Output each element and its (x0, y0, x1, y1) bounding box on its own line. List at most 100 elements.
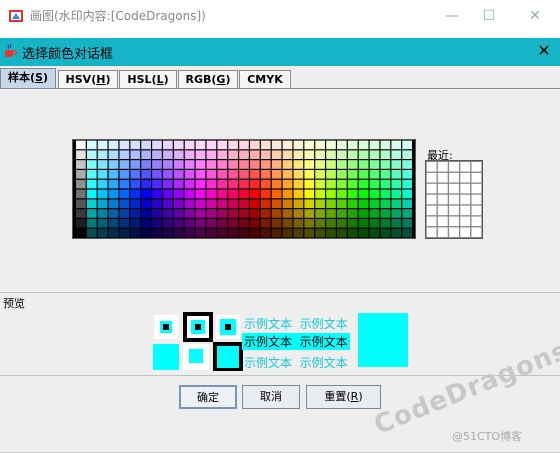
swatch-cell[interactable] (380, 150, 391, 160)
swatch-cell[interactable] (141, 199, 151, 209)
swatch-cell[interactable] (250, 169, 260, 179)
minimize-button[interactable]: — (437, 4, 467, 28)
swatch-cell[interactable] (217, 169, 228, 179)
swatch-cell[interactable] (391, 228, 402, 238)
ok-button[interactable]: 确定 (179, 385, 237, 409)
swatch-cell[interactable] (337, 199, 347, 209)
swatch-cell[interactable] (250, 140, 260, 150)
swatch-cell[interactable] (380, 140, 391, 150)
swatch-cell[interactable] (304, 169, 315, 179)
recent-swatch-cell[interactable] (471, 172, 482, 183)
swatch-cell[interactable] (184, 189, 195, 199)
swatch-cell[interactable] (391, 160, 402, 169)
swatch-cell[interactable] (304, 199, 315, 209)
swatch-cell[interactable] (195, 169, 206, 179)
swatch-cell[interactable] (391, 199, 402, 209)
recent-swatch-cell[interactable] (426, 216, 437, 227)
recent-swatch-cell[interactable] (460, 216, 471, 227)
swatch-cell[interactable] (206, 218, 217, 228)
recent-swatch-cell[interactable] (426, 162, 437, 172)
swatch-cell[interactable] (260, 179, 271, 189)
swatch-cell[interactable] (86, 179, 97, 189)
swatch-cell[interactable] (282, 160, 293, 169)
swatch-cell[interactable] (239, 189, 249, 199)
swatch-cell[interactable] (239, 150, 249, 160)
swatch-cell[interactable] (97, 160, 108, 169)
swatch-cell[interactable] (315, 169, 325, 179)
swatch-cell[interactable] (369, 209, 380, 218)
swatch-cell[interactable] (326, 160, 336, 169)
swatch-cell[interactable] (380, 169, 391, 179)
recent-swatch-cell[interactable] (426, 194, 437, 205)
swatch-cell[interactable] (119, 169, 130, 179)
swatch-palette-grid[interactable] (72, 139, 416, 239)
swatch-cell[interactable] (130, 169, 141, 179)
swatch-cell[interactable] (293, 218, 304, 228)
swatch-cell[interactable] (76, 169, 86, 179)
swatch-cell[interactable] (260, 169, 271, 179)
swatch-cell[interactable] (173, 160, 184, 169)
swatch-cell[interactable] (271, 228, 282, 238)
tab-hsv[interactable]: HSV(H) (58, 70, 118, 88)
swatch-cell[interactable] (173, 199, 184, 209)
recent-swatch-cell[interactable] (437, 216, 448, 227)
swatch-cell[interactable] (315, 160, 325, 169)
swatch-cell[interactable] (217, 140, 228, 150)
swatch-cell[interactable] (315, 140, 325, 150)
recent-swatch-cell[interactable] (437, 183, 448, 194)
swatch-cell[interactable] (108, 218, 119, 228)
recent-swatch-cell[interactable] (460, 227, 471, 237)
swatch-cell[interactable] (326, 140, 336, 150)
swatch-cell[interactable] (315, 218, 325, 228)
swatch-cell[interactable] (402, 150, 412, 160)
swatch-cell[interactable] (206, 228, 217, 238)
swatch-cell[interactable] (141, 218, 151, 228)
swatch-cell[interactable] (76, 189, 86, 199)
swatch-cell[interactable] (108, 209, 119, 218)
swatch-cell[interactable] (250, 228, 260, 238)
swatch-cell[interactable] (228, 199, 238, 209)
swatch-cell[interactable] (304, 179, 315, 189)
swatch-cell[interactable] (304, 209, 315, 218)
swatch-cell[interactable] (271, 179, 282, 189)
swatch-cell[interactable] (184, 218, 195, 228)
swatch-cell[interactable] (76, 140, 86, 150)
swatch-cell[interactable] (206, 150, 217, 160)
swatch-cell[interactable] (282, 228, 293, 238)
swatch-cell[interactable] (228, 189, 238, 199)
swatch-cell[interactable] (260, 228, 271, 238)
swatch-cell[interactable] (163, 140, 173, 150)
swatch-cell[interactable] (358, 160, 369, 169)
swatch-cell[interactable] (97, 169, 108, 179)
swatch-cell[interactable] (282, 199, 293, 209)
swatch-cell[interactable] (108, 160, 119, 169)
swatch-cell[interactable] (228, 160, 238, 169)
swatch-cell[interactable] (326, 228, 336, 238)
swatch-cell[interactable] (369, 189, 380, 199)
swatch-cell[interactable] (271, 199, 282, 209)
swatch-cell[interactable] (108, 189, 119, 199)
swatch-cell[interactable] (391, 189, 402, 199)
swatch-cell[interactable] (130, 218, 141, 228)
swatch-cell[interactable] (315, 150, 325, 160)
swatch-cell[interactable] (369, 150, 380, 160)
swatch-cell[interactable] (402, 189, 412, 199)
swatch-cell[interactable] (206, 209, 217, 218)
swatch-cell[interactable] (228, 209, 238, 218)
swatch-cell[interactable] (304, 218, 315, 228)
swatch-cell[interactable] (86, 228, 97, 238)
swatch-cell[interactable] (250, 189, 260, 199)
swatch-cell[interactable] (152, 228, 162, 238)
swatch-cell[interactable] (195, 150, 206, 160)
swatch-cell[interactable] (228, 150, 238, 160)
swatch-cell[interactable] (282, 169, 293, 179)
recent-swatch-cell[interactable] (471, 183, 482, 194)
swatch-cell[interactable] (130, 189, 141, 199)
swatch-cell[interactable] (347, 228, 358, 238)
swatch-cell[interactable] (271, 218, 282, 228)
swatch-cell[interactable] (163, 218, 173, 228)
swatch-cell[interactable] (326, 199, 336, 209)
recent-swatch-cell[interactable] (460, 194, 471, 205)
swatch-cell[interactable] (337, 189, 347, 199)
swatch-cell[interactable] (141, 228, 151, 238)
